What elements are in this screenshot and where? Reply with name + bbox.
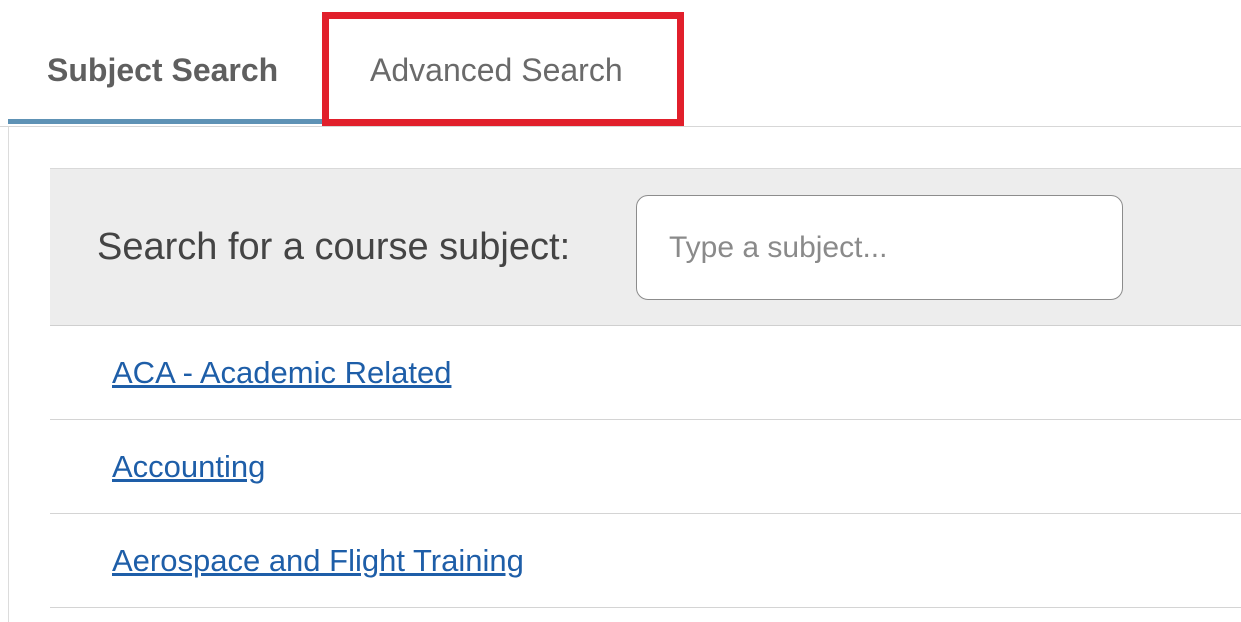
subject-link-aerospace[interactable]: Aerospace and Flight Training <box>112 543 524 579</box>
search-label: Search for a course subject: <box>97 226 571 268</box>
subject-search-input[interactable] <box>636 195 1123 300</box>
active-tab-indicator <box>8 119 322 124</box>
search-tabs: Subject Search Advanced Search <box>0 0 1241 128</box>
tab-subject-search[interactable]: Subject Search <box>47 44 278 96</box>
subject-link-accounting[interactable]: Accounting <box>112 449 265 485</box>
tab-advanced-search[interactable]: Advanced Search <box>370 44 623 96</box>
list-item: Accounting <box>50 421 1241 514</box>
list-item: ACA - Academic Related <box>50 327 1241 420</box>
subject-search-page: Subject Search Advanced Search Search fo… <box>0 0 1241 622</box>
list-item: Aerospace and Flight Training <box>50 515 1241 608</box>
subject-link-aca[interactable]: ACA - Academic Related <box>112 355 451 391</box>
